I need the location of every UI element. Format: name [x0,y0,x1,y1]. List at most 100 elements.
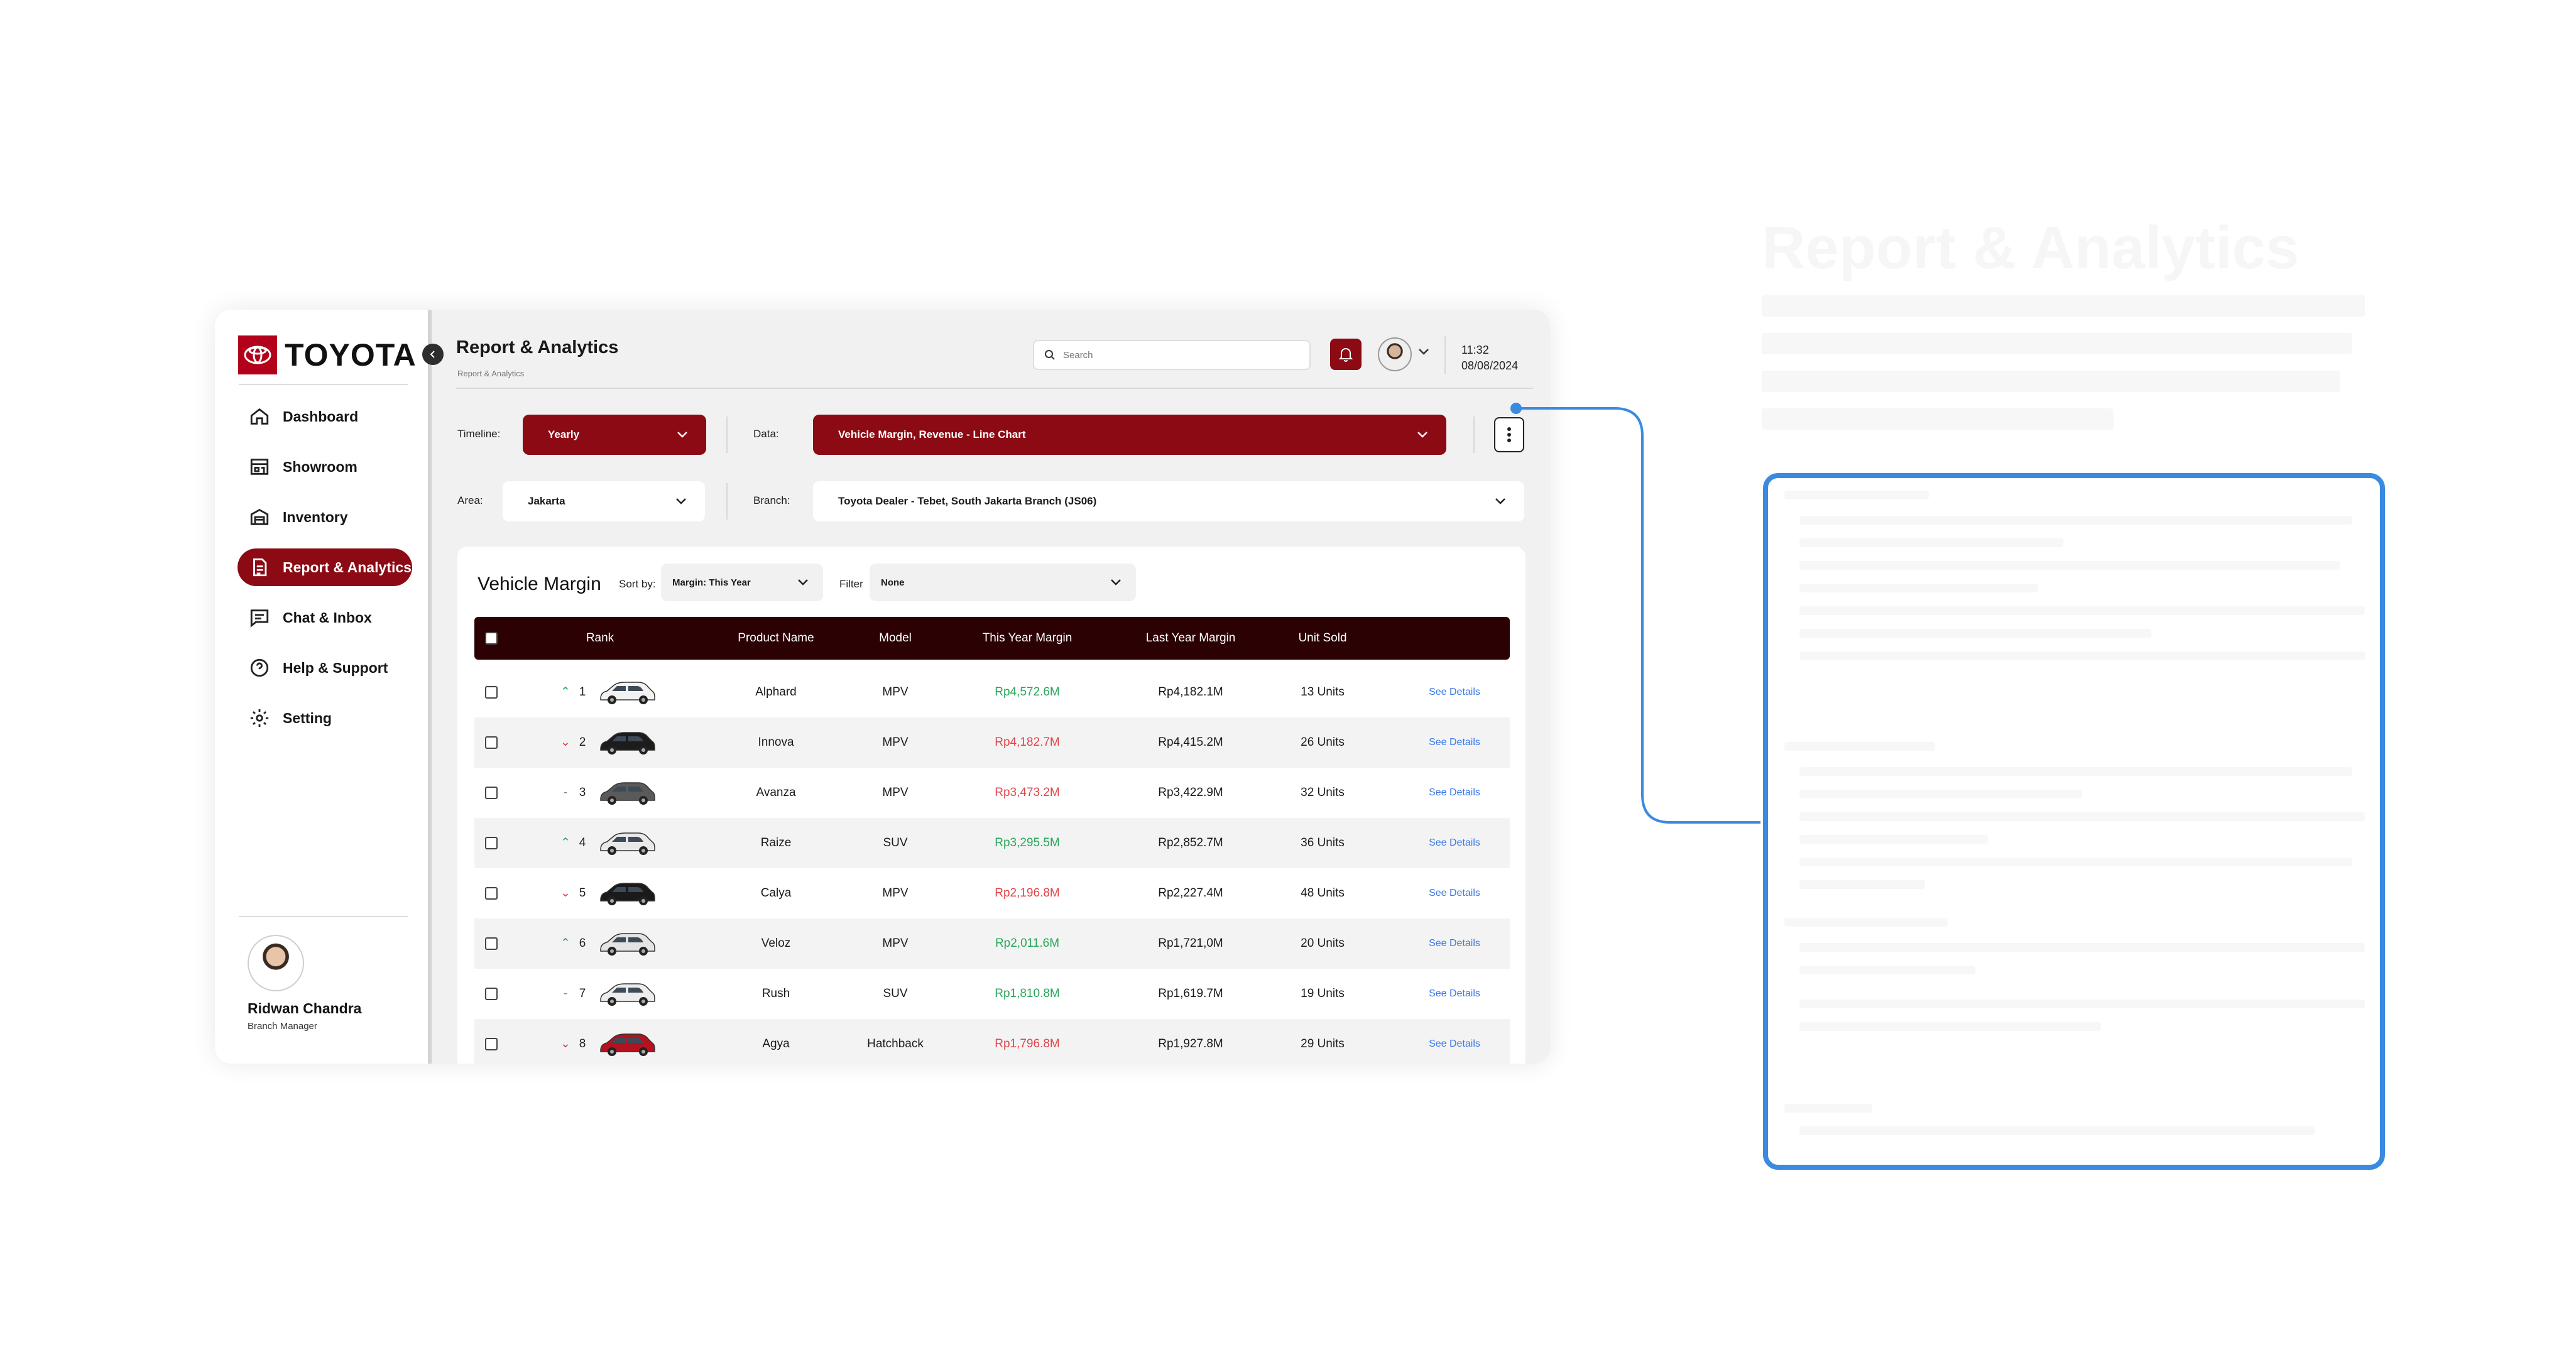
table-row[interactable]: ⌃ 6 Veloz MPV Rp2,011.6M Rp1,721,0M 20 Units Se… [474,918,1510,969]
trend-down-icon: ⌄ [560,1037,570,1050]
timeline-label: Timeline: [457,428,501,440]
chevron-down-icon [676,498,686,504]
collapse-sidebar-button[interactable] [422,344,444,365]
search-box[interactable] [1033,340,1311,370]
last-year-margin: Rp2,852.7M [1158,836,1223,849]
table-row[interactable]: ⌄ 2 Innova MPV Rp4,182.7M Rp4,415.2M 26 Units S… [474,717,1510,768]
warehouse-icon [250,509,269,525]
rank-number: 2 [579,736,586,749]
chevron-down-icon [798,579,808,586]
sidebar-item-inventory[interactable]: Inventory [237,498,412,536]
select-all-checkbox[interactable] [485,632,498,645]
car-thumbnail [600,832,655,855]
branch-label: Branch: [753,494,790,506]
row-checkbox[interactable] [485,787,498,799]
row-checkbox[interactable] [485,937,498,950]
sidebar-divider [239,916,408,917]
see-details-link[interactable]: See Details [1411,868,1498,918]
trend-up-icon: ⌃ [560,937,570,950]
sidebar-nav: Dashboard Showroom Inventory Report & An… [237,398,412,749]
area-dropdown[interactable]: Jakarta [503,481,705,521]
unit-sold: 48 Units [1301,886,1345,900]
row-checkbox[interactable] [485,686,498,699]
row-checkbox[interactable] [485,736,498,749]
filter-divider [726,417,728,453]
car-thumbnail [600,782,655,805]
see-details-link[interactable]: See Details [1411,818,1498,868]
see-details-link[interactable]: See Details [1411,1019,1498,1064]
timeline-dropdown[interactable]: Yearly [523,415,706,455]
table-row[interactable]: ⌄ 5 Calya MPV Rp2,196.8M Rp2,227.4M 48 Units Se… [474,868,1510,918]
data-dropdown[interactable]: Vehicle Margin, Revenue - Line Chart [813,415,1446,455]
row-checkbox[interactable] [485,887,498,900]
sidebar-item-dashboard[interactable]: Dashboard [237,398,412,435]
report-icon [253,558,267,577]
profile-role: Branch Manager [248,1021,317,1032]
sidebar-item-label: Inventory [283,508,348,525]
gear-icon [250,709,269,728]
car-thumbnail [600,682,655,704]
column-header-product-name[interactable]: Product Name [713,617,839,660]
more-vertical-icon [1507,427,1511,442]
column-header-last-year-margin[interactable]: Last Year Margin [1122,617,1260,660]
trend-down-icon: ⌄ [560,736,570,749]
table-row[interactable]: ⌃ 4 Raize SUV Rp3,295.5M Rp2,852.7M 36 Units Se… [474,818,1510,868]
sidebar-item-setting[interactable]: Setting [237,699,412,737]
sidebar-item-showroom[interactable]: Showroom [237,448,412,486]
table-row[interactable]: ⌃ 1 Alphard MPV Rp4,572.6M Rp4,182.1M 13 Units… [474,667,1510,717]
car-thumbnail [600,883,655,905]
breadcrumb[interactable]: Report & Analytics [457,369,524,378]
column-header-this-year-margin[interactable]: This Year Margin [958,617,1096,660]
app-window: TOYOTA Dashboard Showroom Inventory Repo… [215,310,1550,1064]
see-details-link[interactable]: See Details [1411,969,1498,1019]
rank-number: 7 [579,987,586,1000]
timeline-value: Yearly [548,428,580,440]
filter-dropdown[interactable]: None [870,564,1136,601]
chevron-down-icon [1417,432,1427,438]
see-details-link[interactable]: See Details [1411,717,1498,768]
model: MPV [882,685,909,699]
column-header-rank[interactable]: Rank [556,617,644,660]
column-header-unit-sold[interactable]: Unit Sold [1260,617,1385,660]
table-row[interactable]: ⌄ 8 Agya Hatchback Rp1,796.8M Rp1,927.8M 29 Un… [474,1019,1510,1064]
this-year-margin: Rp4,182.7M [995,736,1060,749]
chevron-left-icon [430,351,435,358]
product-name: Veloz [761,937,791,950]
sort-dropdown[interactable]: Margin: This Year [661,564,823,601]
sidebar-item-label: Help & Support [283,659,388,676]
table-row[interactable]: -7 Rush SUV Rp1,810.8M Rp1,619.7M 19 Units See… [474,969,1510,1019]
branch-dropdown[interactable]: Toyota Dealer - Tebet, South Jakarta Bra… [813,481,1524,521]
sidebar-item-chat-inbox[interactable]: Chat & Inbox [237,599,412,636]
toyota-emblem-icon [238,335,277,374]
last-year-margin: Rp1,619.7M [1158,987,1223,1000]
chevron-down-icon[interactable] [1417,347,1430,356]
user-avatar[interactable] [1378,337,1412,371]
see-details-link[interactable]: See Details [1411,667,1498,717]
more-options-button[interactable] [1494,417,1524,452]
search-input[interactable] [1062,349,1291,361]
this-year-margin: Rp1,796.8M [995,1037,1060,1050]
sidebar-item-report-analytics[interactable]: Report & Analytics [237,548,412,586]
rank-number: 3 [579,786,586,799]
chevron-down-icon [677,432,687,438]
sidebar-item-help-support[interactable]: Help & Support [237,649,412,687]
see-details-link[interactable]: See Details [1411,918,1498,969]
avatar [248,935,304,991]
row-checkbox[interactable] [485,988,498,1000]
unit-sold: 20 Units [1301,937,1345,950]
model: SUV [883,836,908,849]
see-details-link[interactable]: See Details [1411,768,1498,818]
column-header-model[interactable]: Model [851,617,939,660]
row-checkbox[interactable] [485,837,498,849]
this-year-margin: Rp2,196.8M [995,886,1060,900]
notification-button[interactable] [1330,339,1362,370]
table-row[interactable]: -3 Avanza MPV Rp3,473.2M Rp3,422.9M 32 Units S… [474,768,1510,818]
user-profile[interactable]: Ridwan Chandra Branch Manager [248,935,361,1032]
branch-value: Toyota Dealer - Tebet, South Jakarta Bra… [838,495,1097,507]
last-year-margin: Rp1,927.8M [1158,1037,1223,1050]
filter-divider [726,483,728,520]
brand-logo[interactable]: TOYOTA [238,335,417,374]
sidebar-divider [239,384,408,385]
row-checkbox[interactable] [485,1038,498,1050]
unit-sold: 36 Units [1301,836,1345,849]
